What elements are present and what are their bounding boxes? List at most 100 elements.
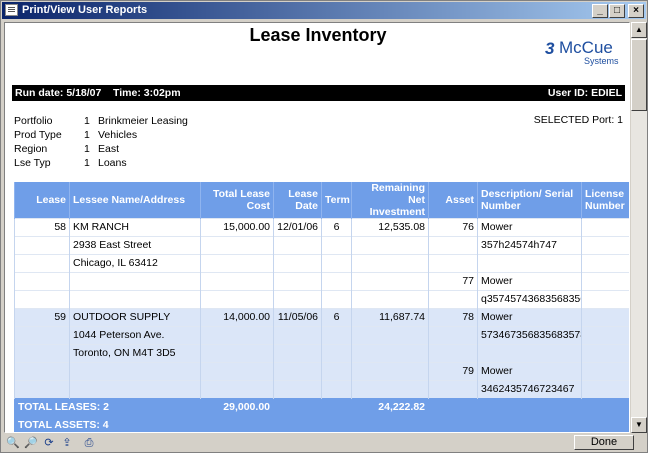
cell-asset-number: 77	[428, 272, 478, 291]
table-row: q357457436835683568	[14, 290, 629, 309]
total-remaining: 24,222.82	[351, 398, 429, 417]
cell-description-serial	[477, 344, 582, 363]
cell-total-lease-cost	[200, 380, 274, 399]
cell-asset-number	[428, 380, 478, 399]
cell-total-lease-cost: 15,000.00	[200, 218, 274, 237]
totals-assets-row: TOTAL ASSETS: 4	[14, 416, 629, 432]
cell-asset-number	[428, 236, 478, 255]
cell-remaining-investment	[351, 344, 429, 363]
cell-remaining-investment: 12,535.08	[351, 218, 429, 237]
filter-list: Portfolio 1 Brinkmeier Leasing Prod Type…	[14, 114, 314, 170]
cell-term	[321, 362, 352, 381]
cell-description-serial	[477, 254, 582, 273]
total-lease-cost: 29,000.00	[200, 398, 274, 417]
done-button[interactable]: Done	[574, 435, 634, 450]
column-header-description: Description/ Serial Number	[477, 182, 582, 219]
totals-leases-row: TOTAL LEASES: 2 29,000.00 24,222.82	[14, 398, 629, 417]
cell-lease-number	[14, 236, 70, 255]
table-header-row: Lease Lessee Name/Address Total Lease Co…	[14, 182, 629, 219]
user-id: User ID: EDIEL	[547, 87, 622, 99]
zoom-out-icon[interactable]: 🔎	[24, 436, 38, 450]
cell-lease-date	[273, 344, 322, 363]
cell-lessee-name: KM RANCH	[69, 218, 201, 237]
filter-count: 1	[84, 115, 90, 127]
cell-lease-number	[14, 362, 70, 381]
window-controls: _ □ ×	[592, 4, 644, 18]
cell-total-lease-cost	[200, 326, 274, 345]
cell-asset-number: 78	[428, 308, 478, 327]
cell-asset-number: 76	[428, 218, 478, 237]
cell-lessee-name: Toronto, ON M4T 3D5	[69, 344, 201, 363]
run-info-bar: Run date: 5/18/07 Time: 3:02pm User ID: …	[12, 85, 625, 101]
maximize-button[interactable]: □	[609, 4, 625, 18]
cell-description-serial: Mower	[477, 218, 582, 237]
filter-row: Lse Typ 1 Loans	[14, 156, 314, 170]
cell-lease-number: 58	[14, 218, 70, 237]
report-viewport[interactable]: Lease Inventory 3 McCue Systems Run date…	[4, 22, 630, 433]
table-row: Toronto, ON M4T 3D5	[14, 344, 629, 363]
cell-remaining-investment	[351, 326, 429, 345]
cell-total-lease-cost	[200, 272, 274, 291]
bottom-toolbar: 🔍 🔎 ⟳ ⇪ ⎙ Done	[2, 434, 647, 452]
cell-lease-date: 11/05/06	[273, 308, 322, 327]
print-icon[interactable]: ⎙	[82, 436, 96, 450]
cell-asset-number	[428, 344, 478, 363]
cell-term: 6	[321, 218, 352, 237]
export-icon[interactable]: ⇪	[60, 436, 74, 450]
report-window: Print/View User Reports _ □ × Lease Inve…	[0, 0, 648, 453]
table-row: 58 KM RANCH 15,000.00 12/01/06 6 12,535.08 76 M…	[14, 218, 629, 237]
close-button[interactable]: ×	[628, 4, 644, 18]
column-header-remaining: Remaining Net Investment	[351, 182, 429, 219]
cell-lease-date	[273, 290, 322, 309]
report-title: Lease Inventory	[249, 25, 387, 45]
cell-term	[321, 344, 352, 363]
column-header-lease-date: Lease Date	[273, 182, 322, 219]
column-header-lease: Lease	[14, 182, 70, 219]
cell-lease-date	[273, 254, 322, 273]
cell-license-number	[581, 308, 629, 327]
cell-license-number	[581, 362, 629, 381]
logo-subtitle: Systems	[584, 56, 619, 66]
selected-port: SELECTED Port: 1	[533, 114, 623, 126]
table-row: 2938 East Street 357h24574h747	[14, 236, 629, 255]
logo-name: McCue	[559, 38, 613, 57]
cell-license-number	[581, 380, 629, 399]
cell-description-serial: 3462435746723467	[477, 380, 582, 399]
table-row: 77 Mower	[14, 272, 629, 291]
cell-license-number	[581, 254, 629, 273]
mccue-logo: 3 McCue Systems	[543, 37, 627, 69]
cell-license-number	[581, 218, 629, 237]
cell-description-serial: Mower	[477, 272, 582, 291]
cell-asset-number	[428, 254, 478, 273]
filter-label: Region	[14, 143, 48, 155]
scroll-up-arrow[interactable]: ▲	[631, 22, 647, 38]
filter-label: Lse Typ	[14, 157, 51, 169]
cell-term: 6	[321, 308, 352, 327]
filter-label: Portfolio	[14, 115, 53, 127]
refresh-icon[interactable]: ⟳	[42, 436, 56, 450]
cell-term	[321, 290, 352, 309]
minimize-button[interactable]: _	[592, 4, 608, 18]
run-date-time: Run date: 5/18/07 Time: 3:02pm	[15, 87, 181, 99]
filter-row: Portfolio 1 Brinkmeier Leasing	[14, 114, 314, 128]
column-header-term: Term	[321, 182, 352, 219]
cell-lease-date	[273, 236, 322, 255]
total-assets-label: TOTAL ASSETS: 4	[14, 416, 629, 432]
window-title: Print/View User Reports	[22, 4, 148, 16]
cell-description-serial: Mower	[477, 362, 582, 381]
vertical-scrollbar[interactable]: ▲ ▼	[631, 22, 647, 433]
cell-lessee-name	[69, 272, 201, 291]
zoom-in-icon[interactable]: 🔍	[6, 436, 20, 450]
cell-lease-number	[14, 326, 70, 345]
cell-description-serial: Mower	[477, 308, 582, 327]
cell-description-serial: 357h24574h747	[477, 236, 582, 255]
cell-lessee-name	[69, 362, 201, 381]
scroll-thumb[interactable]	[631, 39, 647, 111]
table-row: 1044 Peterson Ave. 573467356835683578	[14, 326, 629, 345]
cell-lease-number	[14, 254, 70, 273]
app-icon	[5, 4, 18, 16]
cell-remaining-investment	[351, 380, 429, 399]
column-header-asset: Asset	[428, 182, 478, 219]
scroll-down-arrow[interactable]: ▼	[631, 417, 647, 433]
filter-value: Brinkmeier Leasing	[98, 115, 188, 127]
